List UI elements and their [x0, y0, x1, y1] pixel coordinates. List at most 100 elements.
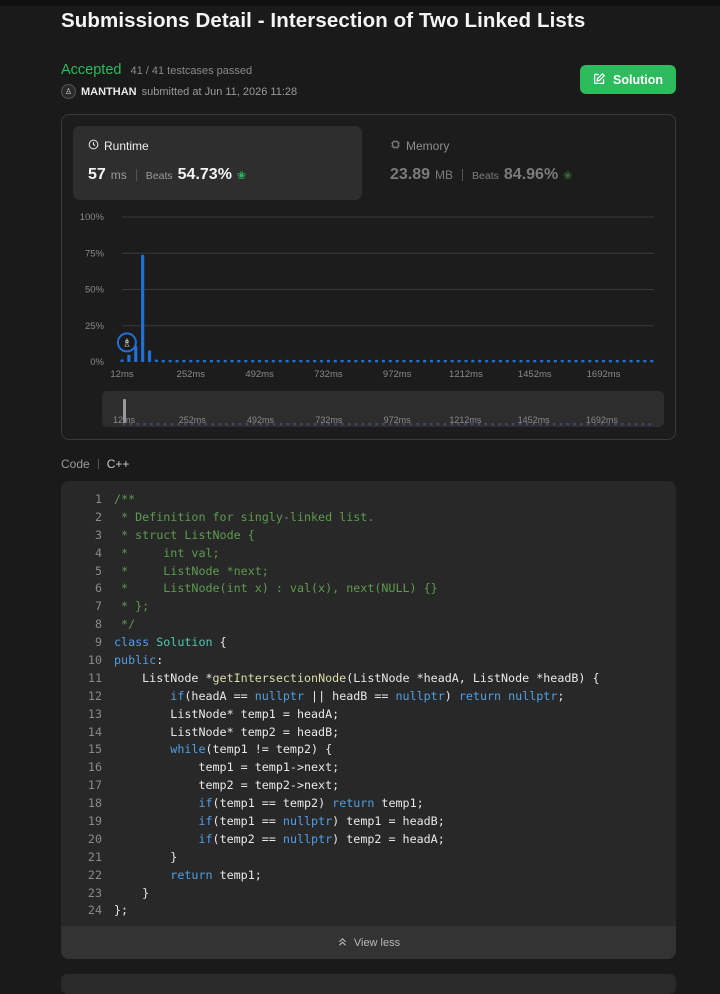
- chart-bar[interactable]: [189, 359, 193, 363]
- minimap-bar: [163, 423, 167, 426]
- chart-bar[interactable]: [498, 359, 502, 363]
- chart-bar[interactable]: [223, 359, 227, 363]
- chart-bar[interactable]: [374, 359, 379, 363]
- chart-bar[interactable]: [368, 359, 372, 363]
- chart-bar[interactable]: [381, 359, 386, 363]
- chart-bar[interactable]: [278, 359, 282, 363]
- chart-bar[interactable]: [388, 359, 392, 363]
- chart-bar[interactable]: [154, 359, 158, 363]
- code-token: return: [170, 867, 213, 882]
- chart-bar[interactable]: [175, 359, 179, 363]
- minimap-bar: [423, 423, 426, 426]
- chart-bar[interactable]: [546, 359, 551, 363]
- chart-bar[interactable]: [457, 359, 461, 363]
- chart-bar[interactable]: [264, 359, 269, 363]
- chart-bar[interactable]: [120, 359, 124, 363]
- avatar[interactable]: ♙: [61, 84, 76, 99]
- chart-bar[interactable]: [608, 359, 613, 363]
- line-number: 10: [87, 653, 102, 668]
- chart-bar[interactable]: [553, 359, 557, 363]
- chart-bar[interactable]: [629, 359, 633, 363]
- chart-bar[interactable]: [230, 359, 234, 363]
- chart-bar[interactable]: [581, 359, 585, 363]
- chart-bar[interactable]: [643, 359, 647, 363]
- chart-bar[interactable]: [285, 359, 289, 363]
- chart-bar[interactable]: [636, 359, 640, 363]
- minimap-tick-label: 1692ms: [586, 415, 619, 425]
- minimap-bar: [354, 423, 358, 426]
- chart-bar[interactable]: [251, 359, 255, 363]
- chart-bar[interactable]: [429, 359, 434, 363]
- chart-bar[interactable]: [588, 359, 592, 363]
- chart-bar[interactable]: [244, 359, 248, 363]
- chart-bar[interactable]: [196, 359, 200, 363]
- line-number: 4: [94, 545, 102, 560]
- chart-bar[interactable]: [182, 359, 186, 363]
- chart-bar[interactable]: [361, 359, 365, 363]
- solution-button[interactable]: Solution: [580, 65, 676, 94]
- chart-bar[interactable]: [168, 359, 172, 363]
- chart-bar[interactable]: [313, 359, 317, 363]
- chart-bar[interactable]: [333, 359, 337, 363]
- chart-bar[interactable]: [202, 359, 207, 363]
- chart-bar[interactable]: [512, 359, 516, 363]
- chart-bar[interactable]: [237, 359, 241, 363]
- chart-bar[interactable]: [485, 359, 489, 363]
- chart-bar[interactable]: [574, 359, 578, 363]
- chart-bar[interactable]: [436, 359, 441, 363]
- chart-bar[interactable]: [271, 359, 275, 363]
- chart-bar[interactable]: [533, 359, 537, 363]
- chart-bar[interactable]: [127, 354, 131, 362]
- chart-bar[interactable]: [416, 359, 420, 363]
- chart-bar[interactable]: [395, 359, 399, 363]
- chart-bar[interactable]: [141, 254, 145, 362]
- code-token: * int val;: [114, 545, 220, 560]
- chart-bar[interactable]: [319, 359, 324, 363]
- author-name[interactable]: MANTHAN: [81, 86, 137, 98]
- chart-bar[interactable]: [292, 359, 296, 363]
- chart-bar[interactable]: [299, 359, 303, 363]
- code-text: }: [114, 849, 177, 867]
- chart-bar[interactable]: [471, 359, 475, 363]
- chart-bar[interactable]: [526, 359, 530, 363]
- x-tick-label: 972ms: [383, 369, 412, 380]
- view-less-button[interactable]: View less: [61, 926, 676, 959]
- chart-bar[interactable]: [326, 359, 330, 363]
- chart-bar[interactable]: [567, 359, 571, 363]
- chart-bar[interactable]: [257, 359, 262, 363]
- code-token: }: [114, 849, 178, 864]
- chart-bar[interactable]: [478, 359, 482, 363]
- chart-bar[interactable]: [601, 359, 606, 363]
- chart-bar[interactable]: [402, 359, 406, 363]
- chart-bar[interactable]: [409, 359, 413, 363]
- chart-bar[interactable]: [340, 359, 344, 363]
- code-block[interactable]: 1 /** 2 * Definition for singly-linked lis…: [61, 481, 676, 926]
- line-number: 19: [87, 814, 102, 829]
- code-token: (headA ==: [184, 688, 255, 703]
- chart-bar[interactable]: [450, 359, 454, 363]
- chart-bar[interactable]: [595, 359, 599, 363]
- code-line: 18 if(temp1 == temp2) return temp1;: [61, 795, 600, 813]
- chart-bar[interactable]: [560, 359, 564, 363]
- chart-bar[interactable]: [306, 359, 310, 363]
- chart-bar[interactable]: [147, 350, 152, 362]
- chart-bar[interactable]: [615, 359, 619, 363]
- chart-bar[interactable]: [464, 359, 468, 363]
- chart-bar[interactable]: [443, 359, 447, 363]
- chart-bar[interactable]: [519, 359, 523, 363]
- chart-bar[interactable]: [423, 359, 427, 363]
- chart-bar[interactable]: [505, 359, 509, 363]
- chart-bar[interactable]: [491, 359, 496, 363]
- chart-bar[interactable]: [347, 359, 351, 363]
- minimap-bar: [300, 423, 303, 426]
- chart-bar[interactable]: [209, 359, 214, 363]
- chart-bar[interactable]: [354, 359, 358, 363]
- chart-bar[interactable]: [650, 359, 654, 363]
- code-token: * struct ListNode {: [114, 527, 255, 542]
- chart-bar[interactable]: [622, 359, 626, 363]
- chart-bar[interactable]: [216, 359, 220, 363]
- minimap-bar: [484, 423, 488, 426]
- chart-bar[interactable]: [540, 359, 544, 363]
- chart-bar[interactable]: [161, 359, 165, 363]
